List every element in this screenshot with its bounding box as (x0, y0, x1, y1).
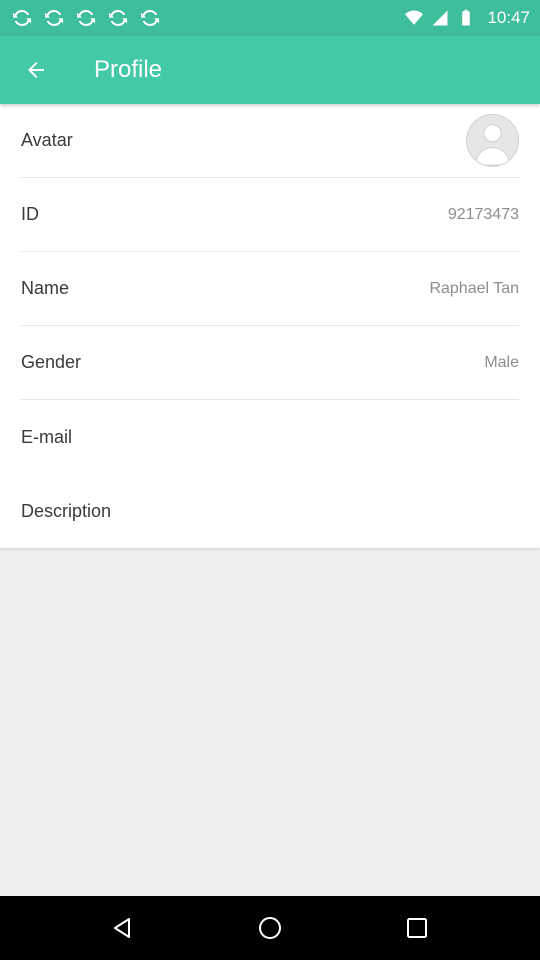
avatar[interactable] (466, 114, 519, 167)
sync-icon (13, 9, 31, 27)
sync-icon (45, 9, 63, 27)
status-time: 10:47 (487, 8, 530, 27)
page-title: Profile (94, 56, 163, 83)
email-label: E-mail (21, 426, 73, 447)
gender-label: Gender (21, 352, 82, 372)
status-system: 10:47 (405, 8, 530, 28)
description-label: Description (21, 500, 112, 521)
avatar-row[interactable]: Avatar (21, 104, 519, 178)
id-label: ID (21, 204, 39, 224)
arrow-left-icon (28, 62, 44, 78)
navigation-bar (0, 896, 540, 960)
status-bar: 10:47 (0, 0, 540, 36)
back-button[interactable] (0, 36, 72, 104)
email-row[interactable]: E-mail (21, 400, 519, 474)
signal-icon (432, 10, 448, 26)
name-row[interactable]: Name Raphael Tan (21, 252, 519, 326)
id-value: 92173473 (447, 205, 519, 223)
avatar-label: Avatar (21, 130, 73, 150)
nav-home-button[interactable] (238, 896, 302, 960)
profile-card: Avatar ID 92173473 Name Raphael Tan Gend… (0, 104, 540, 548)
wifi-icon (405, 10, 424, 25)
name-label: Name (21, 278, 70, 298)
id-row[interactable]: ID 92173473 (21, 178, 519, 252)
gender-value: Male (484, 353, 519, 371)
app-bar: Profile (0, 36, 540, 104)
nav-back-button[interactable] (91, 896, 155, 960)
home-circle-icon (258, 917, 281, 939)
name-value: Raphael Tan (429, 279, 519, 297)
battery-icon (462, 9, 471, 26)
sync-icon (77, 9, 95, 27)
status-notifications (10, 6, 162, 30)
user-silhouette-icon (475, 124, 510, 166)
gender-row[interactable]: Gender Male (21, 326, 519, 400)
description-row[interactable]: Description (21, 474, 519, 548)
sync-icon (141, 9, 159, 27)
nav-recents-button[interactable] (385, 896, 449, 960)
back-triangle-icon (114, 918, 131, 938)
sync-icon (109, 9, 127, 27)
recents-square-icon (406, 918, 427, 938)
